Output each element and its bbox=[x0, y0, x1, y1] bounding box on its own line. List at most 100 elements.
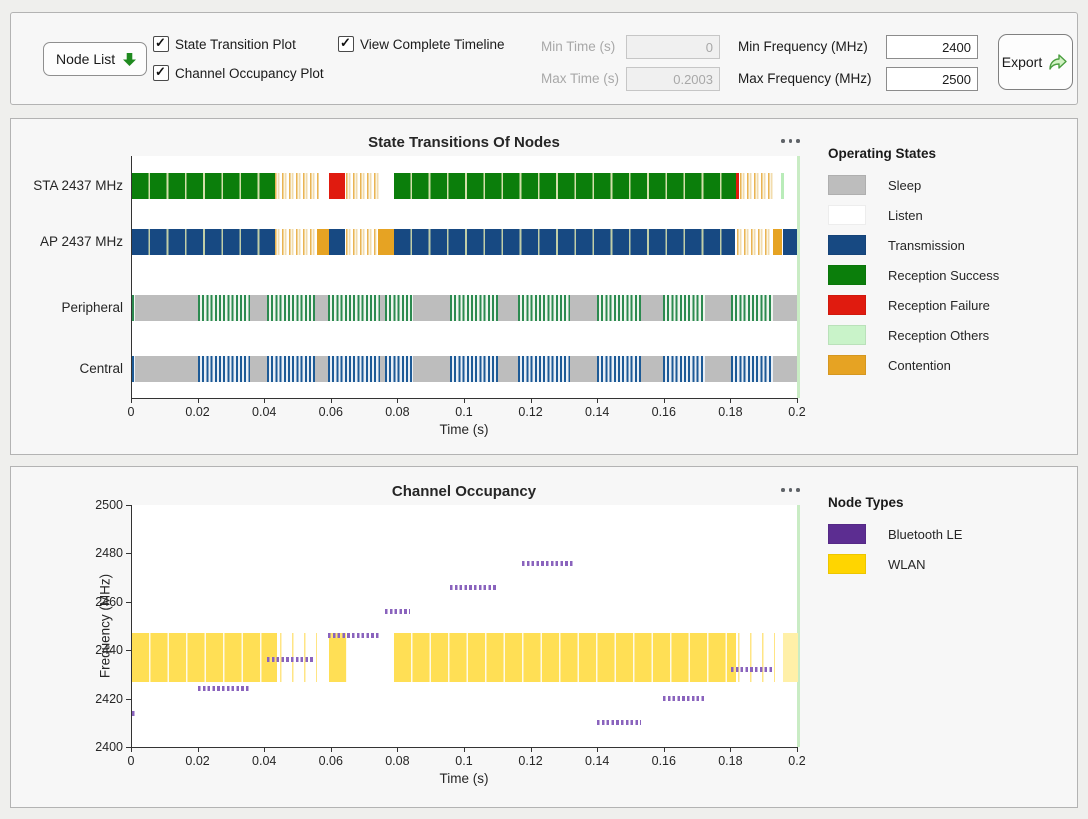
x-tick-mark bbox=[397, 748, 398, 752]
state-segment bbox=[317, 229, 329, 255]
x-tick-label: 0.14 bbox=[585, 405, 609, 419]
legend-label: Sleep bbox=[888, 178, 921, 193]
legend-label: Reception Others bbox=[888, 328, 989, 343]
axes-options-button[interactable] bbox=[777, 484, 804, 496]
bluetooth-le-segment bbox=[132, 711, 135, 716]
x-tick-mark bbox=[264, 399, 265, 403]
checkbox-view-complete-timeline[interactable]: View Complete Timeline bbox=[338, 36, 505, 52]
state-segment bbox=[329, 173, 345, 199]
min-time-label: Min Time (s) bbox=[541, 39, 615, 54]
max-frequency-label: Max Frequency (MHz) bbox=[738, 71, 872, 86]
max-frequency-input[interactable] bbox=[886, 67, 978, 91]
wlan-occupancy-segment bbox=[132, 633, 277, 681]
export-arrow-icon bbox=[1047, 53, 1069, 71]
max-time-input[interactable] bbox=[626, 67, 720, 91]
checkbox-checked-icon bbox=[153, 36, 169, 52]
x-tick-label: 0.02 bbox=[185, 754, 209, 768]
min-time-input[interactable] bbox=[626, 35, 720, 59]
x-tick-label: 0.18 bbox=[718, 405, 742, 419]
x-tick-mark bbox=[730, 399, 731, 403]
timeline-marker bbox=[797, 156, 800, 398]
checkbox-state-transition-plot[interactable]: State Transition Plot bbox=[153, 36, 296, 52]
x-tick-label: 0.12 bbox=[518, 754, 542, 768]
occupancy-plot-title: Channel Occupancy bbox=[131, 483, 797, 500]
wlan-occupancy-segment bbox=[738, 633, 775, 681]
activity-burst-segment bbox=[132, 356, 135, 382]
state-row-1 bbox=[132, 229, 798, 255]
row-label: AP 2437 MHz bbox=[19, 229, 123, 255]
legend-label: Transmission bbox=[888, 238, 965, 253]
state-segment bbox=[736, 173, 739, 199]
row-label: STA 2437 MHz bbox=[19, 173, 123, 199]
activity-burst-segment bbox=[597, 295, 642, 321]
green-down-arrow-icon bbox=[123, 52, 136, 67]
y-tick-label: 2420 bbox=[19, 692, 123, 707]
state-plot-title: State Transitions Of Nodes bbox=[131, 134, 797, 151]
x-tick-mark bbox=[597, 748, 598, 752]
app-window: Node List State Transition Plot Channel … bbox=[0, 0, 1088, 819]
x-tick-label: 0.06 bbox=[319, 405, 343, 419]
x-tick-mark bbox=[597, 399, 598, 403]
activity-burst-segment bbox=[518, 356, 570, 382]
checkbox-checked-icon bbox=[338, 36, 354, 52]
legend-title: Node Types bbox=[828, 495, 1073, 510]
legend-item: WLAN bbox=[828, 549, 1073, 579]
state-row-2 bbox=[132, 295, 798, 321]
node-list-label: Node List bbox=[56, 51, 115, 67]
activity-burst-segment bbox=[663, 295, 705, 321]
x-tick-mark bbox=[198, 748, 199, 752]
x-tick-label: 0.06 bbox=[319, 754, 343, 768]
legend-label: Reception Failure bbox=[888, 298, 990, 313]
x-tick-label: 0.12 bbox=[518, 405, 542, 419]
legend-swatch bbox=[828, 265, 866, 285]
checkbox-label: Channel Occupancy Plot bbox=[175, 66, 324, 81]
activity-burst-segment bbox=[731, 295, 773, 321]
operating-states-legend: Operating States SleepListenTransmission… bbox=[828, 146, 1073, 380]
y-tick-label: 2400 bbox=[19, 740, 123, 755]
toolbar: Node List State Transition Plot Channel … bbox=[10, 12, 1078, 105]
y-tick-label: 2440 bbox=[19, 643, 123, 658]
row-label: Central bbox=[19, 356, 123, 382]
x-tick-label: 0.08 bbox=[385, 405, 409, 419]
checkbox-checked-icon bbox=[153, 65, 169, 81]
export-label: Export bbox=[1002, 54, 1042, 70]
legend-swatch bbox=[828, 295, 866, 315]
x-tick-label: 0 bbox=[128, 405, 135, 419]
x-tick-label: 0.2 bbox=[788, 754, 805, 768]
x-tick-mark bbox=[131, 748, 132, 752]
checkbox-label: View Complete Timeline bbox=[360, 37, 505, 52]
state-segment bbox=[346, 229, 377, 255]
state-segment bbox=[378, 229, 394, 255]
x-tick-mark bbox=[531, 748, 532, 752]
x-tick-mark bbox=[464, 748, 465, 752]
x-tick-mark bbox=[464, 399, 465, 403]
state-x-axis-label: Time (s) bbox=[131, 422, 797, 437]
x-tick-mark bbox=[664, 748, 665, 752]
bluetooth-le-segment bbox=[198, 686, 250, 691]
legend-label: WLAN bbox=[888, 557, 926, 572]
checkbox-label: State Transition Plot bbox=[175, 37, 296, 52]
node-list-button[interactable]: Node List bbox=[43, 42, 147, 76]
bluetooth-le-segment bbox=[267, 657, 315, 662]
state-segment bbox=[394, 229, 735, 255]
activity-burst-segment bbox=[328, 356, 380, 382]
channel-occupancy-panel: Channel Occupancy Frequency (MHz) 240024… bbox=[10, 466, 1078, 808]
state-segment bbox=[737, 229, 772, 255]
state-segment bbox=[346, 173, 380, 199]
legend-swatch bbox=[828, 235, 866, 255]
state-plot-area bbox=[131, 156, 798, 399]
bluetooth-le-segment bbox=[328, 633, 380, 638]
activity-burst-segment bbox=[731, 356, 773, 382]
axes-options-button[interactable] bbox=[777, 135, 804, 147]
bluetooth-le-segment bbox=[597, 720, 642, 725]
bluetooth-le-segment bbox=[731, 667, 773, 672]
occupancy-y-ticks: 240024202440246024802500 bbox=[11, 505, 123, 747]
export-button[interactable]: Export bbox=[998, 34, 1073, 90]
x-tick-mark bbox=[664, 399, 665, 403]
state-row-3 bbox=[132, 356, 798, 382]
bluetooth-le-segment bbox=[385, 609, 410, 614]
checkbox-channel-occupancy-plot[interactable]: Channel Occupancy Plot bbox=[153, 65, 324, 81]
occupancy-plot-area bbox=[131, 505, 798, 748]
legend-item: Reception Others bbox=[828, 320, 1073, 350]
min-frequency-input[interactable] bbox=[886, 35, 978, 59]
